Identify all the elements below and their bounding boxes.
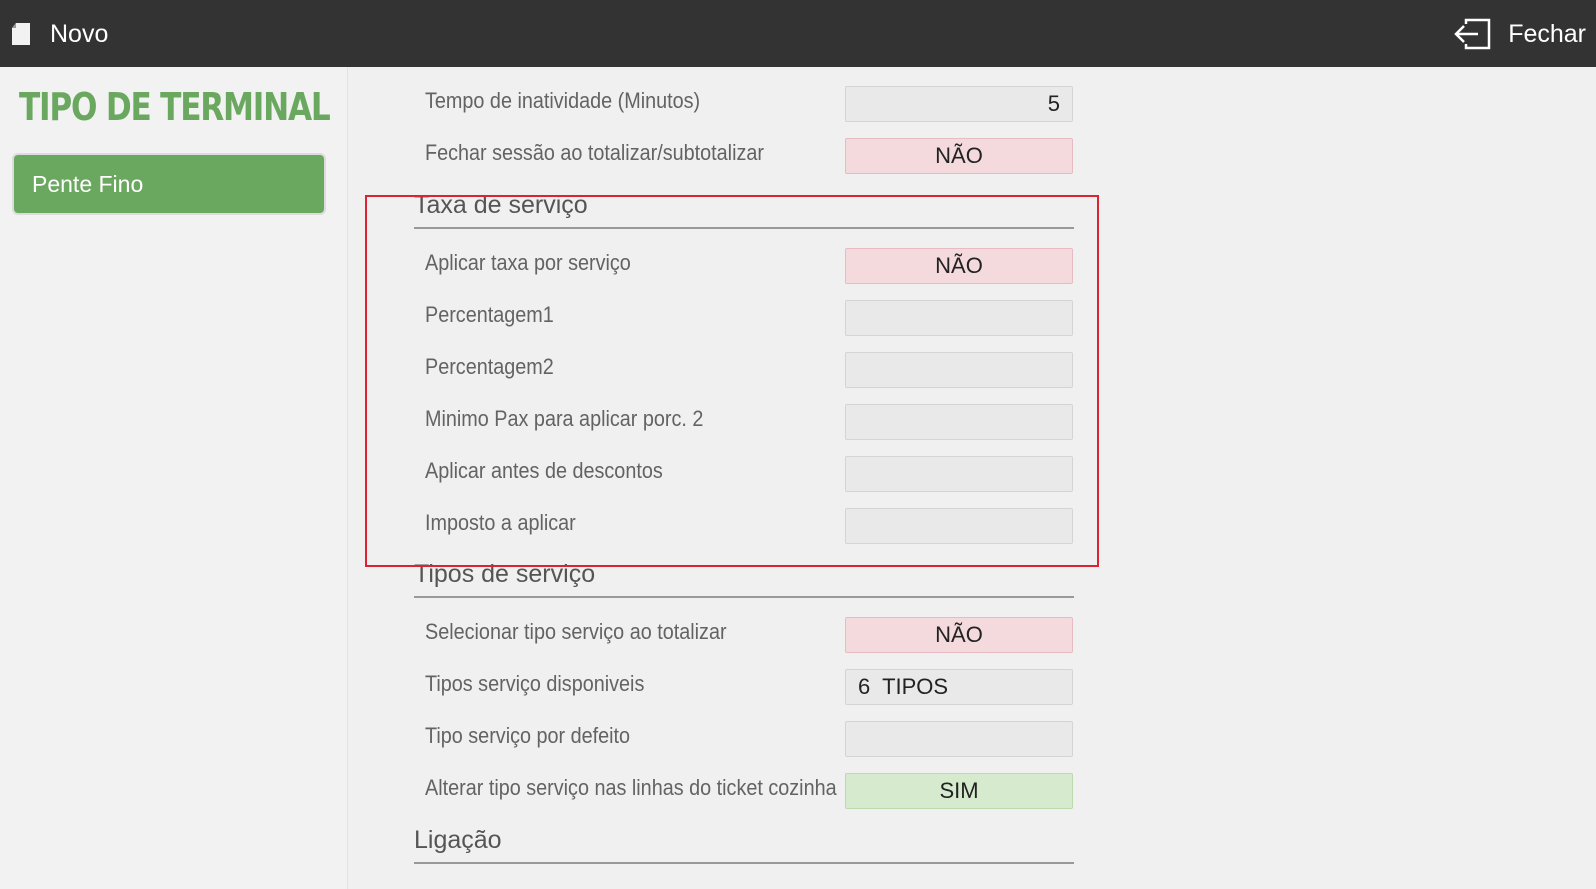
row-select-service-type: Selecionar tipo serviço ao totalizar NÃO [425, 617, 1075, 653]
row-apply-before-discounts: Aplicar antes de descontos [425, 456, 1075, 492]
field-label: Tipo serviço por defeito [425, 723, 631, 748]
row-default-service-type: Tipo serviço por defeito [425, 721, 1075, 757]
section-title-text: Taxa de serviço [414, 191, 588, 219]
row-change-service-type-kitchen: Alterar tipo serviço nas linhas do ticke… [425, 773, 1075, 809]
row-close-session: Fechar sessão ao totalizar/subtotalizar … [425, 138, 1075, 174]
close-label: Fechar [1508, 19, 1586, 48]
percentage1-input[interactable] [845, 300, 1073, 336]
default-service-type-select[interactable] [845, 721, 1073, 757]
sidebar-item-label: Pente Fino [32, 170, 144, 197]
field-label: Aplicar antes de descontos [425, 458, 663, 483]
row-percentage1: Percentagem1 [425, 300, 1075, 336]
field-label: Tempo de inatividade (Minutos) [425, 88, 701, 113]
new-label: Novo [50, 19, 109, 48]
row-available-service-types: Tipos serviço disponiveis 6 TIPOS [425, 669, 1075, 705]
new-button[interactable]: Novo [10, 14, 108, 54]
sidebar: TIPO DE TERMINAL Pente Fino [0, 67, 348, 889]
field-label: Minimo Pax para aplicar porc. 2 [425, 406, 704, 431]
row-inactivity-time: Tempo de inatividade (Minutos) 5 [425, 86, 1075, 122]
inactivity-minutes-input[interactable]: 5 [845, 86, 1073, 122]
row-min-pax: Minimo Pax para aplicar porc. 2 [425, 404, 1075, 440]
percentage2-input[interactable] [845, 352, 1073, 388]
field-label: Alterar tipo serviço nas linhas do ticke… [425, 775, 837, 800]
top-bar: Novo Fechar [0, 0, 1596, 67]
sidebar-item-pente-fino[interactable]: Pente Fino [14, 155, 324, 213]
section-service-fee-title: Taxa de serviço [414, 191, 1074, 229]
apply-before-discounts-input[interactable] [845, 456, 1073, 492]
section-service-types-title: Tipos de serviço [414, 560, 1074, 598]
field-label: Fechar sessão ao totalizar/subtotalizar [425, 140, 764, 165]
field-label: Percentagem2 [425, 354, 554, 379]
exit-icon [1454, 18, 1492, 50]
section-title-text: Ligação [414, 826, 502, 854]
row-percentage2: Percentagem2 [425, 352, 1075, 388]
settings-form: Tempo de inatividade (Minutos) 5 Fechar … [348, 67, 1596, 889]
field-label: Percentagem1 [425, 302, 554, 327]
field-label: Selecionar tipo serviço ao totalizar [425, 619, 727, 644]
select-service-type-toggle[interactable]: NÃO [845, 617, 1073, 653]
document-icon [10, 22, 32, 46]
section-title-text: Tipos de serviço [414, 560, 596, 588]
field-label: Aplicar taxa por serviço [425, 250, 631, 275]
min-pax-input[interactable] [845, 404, 1073, 440]
row-apply-service-fee: Aplicar taxa por serviço NÃO [425, 248, 1075, 284]
field-label: Tipos serviço disponiveis [425, 671, 645, 696]
available-service-types-select[interactable]: 6 TIPOS [845, 669, 1073, 705]
close-button[interactable]: Fechar [1454, 14, 1586, 54]
tax-to-apply-input[interactable] [845, 508, 1073, 544]
sidebar-title: TIPO DE TERMINAL [19, 85, 331, 129]
section-connection-title: Ligação [414, 826, 1074, 864]
field-label: Imposto a aplicar [425, 510, 576, 535]
close-session-toggle[interactable]: NÃO [845, 138, 1073, 174]
change-service-type-kitchen-toggle[interactable]: SIM [845, 773, 1073, 809]
apply-service-fee-toggle[interactable]: NÃO [845, 248, 1073, 284]
row-tax-to-apply: Imposto a aplicar [425, 508, 1075, 544]
